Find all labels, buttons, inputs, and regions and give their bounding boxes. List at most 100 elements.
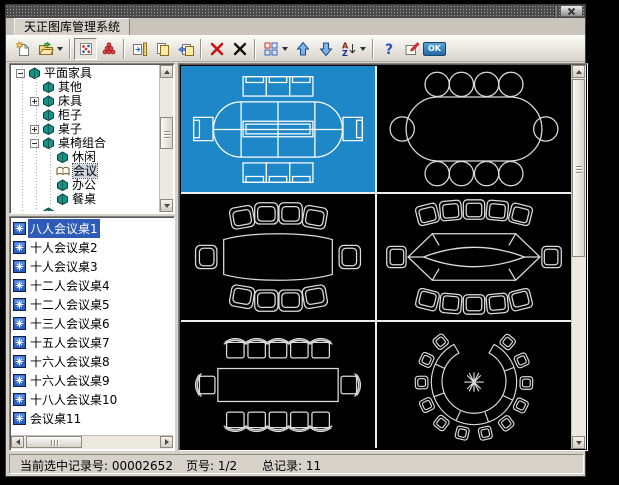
- record-label: 八人会议桌1: [28, 219, 100, 238]
- move-down-button[interactable]: [314, 38, 337, 60]
- book-icon: [42, 95, 55, 107]
- record-label: 十六人会议桌9: [30, 374, 110, 388]
- move-record-button[interactable]: [174, 38, 197, 60]
- copy-record-button[interactable]: [151, 38, 174, 60]
- tree-item[interactable]: 桌椅组合: [12, 136, 160, 150]
- record-list-panel: 八人会议桌1 十人会议桌2 十人会议桌3 十二人会议桌4 十二人会议桌5 十三人会议桌6 十…: [9, 216, 175, 451]
- record-list-item[interactable]: 十八人会议桌10: [12, 390, 172, 409]
- tree-item[interactable]: 办公: [12, 178, 160, 192]
- tree-item-label: 餐桌: [72, 192, 97, 206]
- record-list-item[interactable]: 十三人会议桌6: [12, 314, 172, 333]
- record-list-item[interactable]: 十六人会议桌8: [12, 352, 172, 371]
- tree-item[interactable]: 餐桌: [12, 192, 160, 206]
- rename-icon: [405, 41, 420, 55]
- move-up-button[interactable]: [291, 38, 314, 60]
- close-button[interactable]: [560, 5, 583, 17]
- delete-category-button[interactable]: [228, 38, 251, 60]
- tree-guide-line: [36, 76, 37, 211]
- close-icon: [567, 7, 576, 15]
- record-label: 十人会议桌3: [30, 260, 98, 274]
- status-page: 页号: 1/2: [186, 457, 237, 474]
- book-icon: [42, 137, 55, 149]
- tree-item[interactable]: [12, 206, 160, 211]
- thumbnail-conference-table-10-boat[interactable]: [181, 194, 375, 320]
- open-dropdown-caret[interactable]: [57, 46, 63, 51]
- thumbnail-conference-table-8[interactable]: [181, 66, 375, 192]
- list-scroll-thumb[interactable]: [26, 436, 82, 448]
- tree-item[interactable]: 桌子: [12, 122, 160, 136]
- block-icon: [13, 336, 26, 349]
- window-title-tab[interactable]: 天正图库管理系统: [14, 18, 131, 35]
- batch-import-button[interactable]: [128, 38, 151, 60]
- record-label: 十五人会议桌7: [30, 336, 110, 350]
- tree-scroll-thumb[interactable]: [160, 117, 173, 149]
- record-label: 十三人会议桌6: [30, 317, 110, 331]
- delete-record-button[interactable]: [205, 38, 228, 60]
- tree-item[interactable]: 休闲: [12, 150, 160, 164]
- category-tree-panel: 平面家具 其他 床具 柜子 桌子 桌椅组合 休闲 会议 办公 餐桌: [9, 63, 175, 214]
- help-icon: ?: [385, 42, 393, 57]
- block-icon: [13, 355, 26, 368]
- thumbnail-scrollbar[interactable]: [571, 65, 586, 449]
- collapse-toggle[interactable]: [16, 68, 25, 78]
- move-down-icon: [318, 42, 333, 56]
- tree-item-label: 会议: [71, 163, 99, 179]
- window-drag-bar[interactable]: [6, 5, 585, 18]
- rename-button[interactable]: [400, 38, 423, 60]
- record-list-item[interactable]: 十六人会议桌9: [12, 371, 172, 390]
- scroll-left-button[interactable]: [11, 436, 24, 448]
- record-list-item[interactable]: 十二人会议桌4: [12, 276, 172, 295]
- collapse-toggle[interactable]: [30, 138, 39, 148]
- thumbnail-scroll-thumb[interactable]: [572, 79, 585, 257]
- tree-scrollbar[interactable]: [159, 65, 173, 212]
- layout-grid-button[interactable]: [259, 38, 282, 60]
- thumbnail-view-button[interactable]: [74, 37, 97, 60]
- help-button[interactable]: ?: [377, 38, 400, 60]
- record-list-item[interactable]: 八人会议桌1: [12, 219, 172, 238]
- record-list-item[interactable]: 十五人会议桌7: [12, 333, 172, 352]
- expand-toggle[interactable]: [30, 124, 39, 134]
- move-record-icon: [177, 43, 194, 56]
- record-list-item[interactable]: 十人会议桌3: [12, 257, 172, 276]
- status-record: 当前选中记录号: 00002652: [20, 457, 173, 474]
- thumbnail-conference-table-12-hex[interactable]: [377, 194, 571, 320]
- book-icon: [56, 179, 69, 191]
- scroll-grip: [164, 137, 170, 138]
- scroll-right-button[interactable]: [160, 436, 173, 448]
- tree-item[interactable]: 床具: [12, 94, 160, 108]
- record-label: 十二人会议桌5: [30, 298, 110, 312]
- plant-symbol: [464, 372, 484, 392]
- new-library-button[interactable]: [11, 38, 34, 60]
- record-label: 十人会议桌2: [30, 241, 98, 255]
- sort-button[interactable]: A Z: [337, 38, 360, 60]
- scroll-grip: [57, 440, 58, 446]
- tree-item-label: 办公: [72, 178, 97, 192]
- list-horizontal-scrollbar[interactable]: [11, 435, 173, 449]
- record-list-item[interactable]: 会议桌11: [12, 409, 172, 428]
- book-icon: [28, 67, 41, 79]
- record-list: 八人会议桌1 十人会议桌2 十人会议桌3 十二人会议桌4 十二人会议桌5 十三人会议桌6 十…: [12, 219, 172, 437]
- record-list-item[interactable]: 十二人会议桌5: [12, 295, 172, 314]
- tree-item[interactable]: 其他: [12, 80, 160, 94]
- delete-icon: [210, 42, 223, 55]
- record-list-item[interactable]: 十人会议桌2: [12, 238, 172, 257]
- total-records-label: 总记录:: [262, 459, 303, 473]
- scroll-up-button[interactable]: [160, 65, 173, 78]
- thumbnail-conference-table-10-round-chairs[interactable]: [377, 66, 571, 192]
- scroll-up-button[interactable]: [572, 65, 585, 78]
- table-drawing-10p-boat: [194, 202, 362, 312]
- scroll-down-button[interactable]: [160, 199, 173, 212]
- tree-item[interactable]: 平面家具: [12, 66, 160, 80]
- expand-toggle[interactable]: [30, 96, 39, 106]
- tree-item[interactable]: 柜子: [12, 108, 160, 122]
- thumbnail-conference-table-round[interactable]: [377, 322, 571, 448]
- tree-item[interactable]: 会议: [12, 163, 160, 179]
- layout-dropdown-caret[interactable]: [282, 46, 288, 51]
- scroll-down-button[interactable]: [572, 436, 585, 449]
- ok-button[interactable]: OK: [423, 38, 446, 60]
- sort-dropdown-caret[interactable]: [360, 46, 366, 51]
- tree-view-button[interactable]: [97, 38, 120, 60]
- thumbnail-conference-table-12-rect[interactable]: [181, 322, 375, 448]
- open-library-button[interactable]: [34, 38, 57, 60]
- title-tab-row: 天正图库管理系统: [6, 18, 585, 35]
